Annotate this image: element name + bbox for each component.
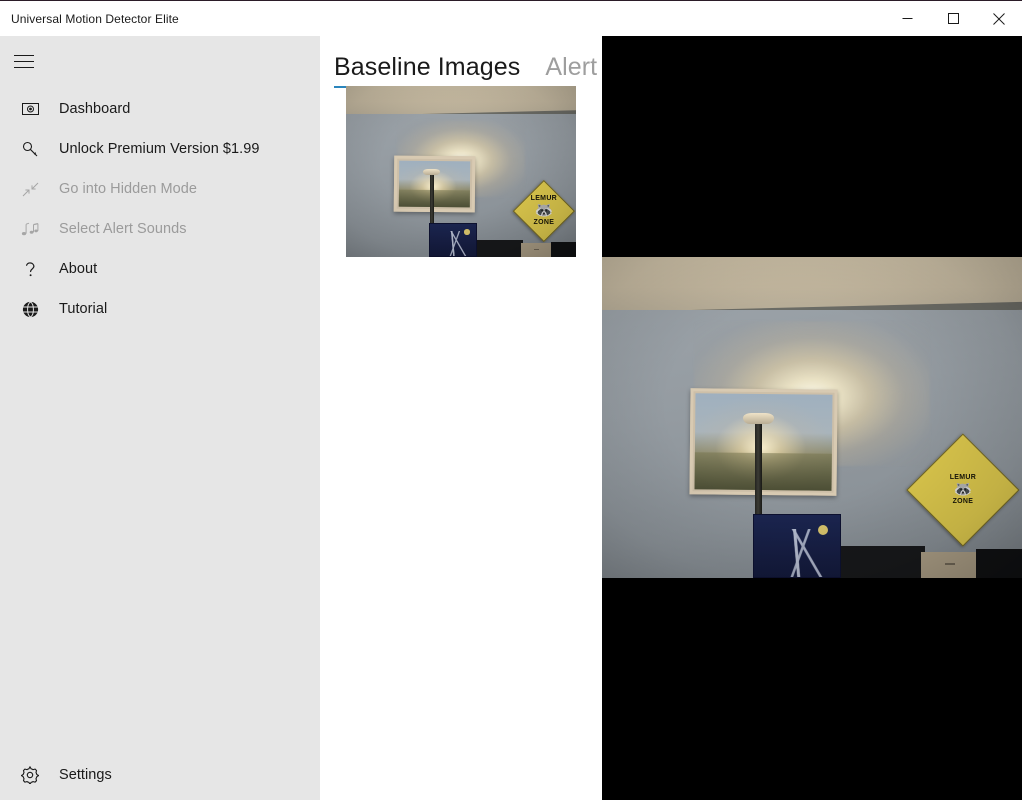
window-title: Universal Motion Detector Elite: [11, 11, 179, 26]
expanded-room-photo[interactable]: LEMUR 🦝 ZONE: [602, 257, 1022, 578]
sign-top-label: LEMUR: [950, 473, 977, 481]
close-icon: [993, 12, 1005, 25]
photo-framed-painting: [689, 387, 838, 496]
photo-framed-painting: [394, 155, 476, 213]
sidebar-item-label: About: [59, 261, 98, 277]
sidebar-item-dashboard[interactable]: Dashboard: [0, 89, 320, 129]
room-photo-scene: LEMUR 🦝 ZONE: [346, 86, 576, 257]
sidebar-item-label: Settings: [59, 767, 112, 783]
camera-icon: [12, 101, 48, 117]
photo-lamp-bowl: [423, 168, 441, 175]
sidebar-item-label: Go into Hidden Mode: [59, 181, 197, 197]
tab-label: Baseline Images: [334, 53, 521, 81]
room-photo-scene-large: LEMUR 🦝 ZONE: [602, 257, 1022, 578]
sidebar-item-unlock-premium[interactable]: Unlock Premium Version $1.99: [0, 129, 320, 169]
sign-bottom-label: ZONE: [952, 497, 974, 505]
app-window: Universal Motion Detector Elite Dashboar…: [0, 0, 1022, 800]
close-button[interactable]: [976, 1, 1022, 36]
maximize-icon: [947, 13, 959, 24]
maximize-button[interactable]: [930, 1, 976, 36]
sign-bottom-label: ZONE: [533, 218, 555, 226]
sidebar-menu-list: Dashboard Unlock Premium Version $1.99 G…: [0, 89, 320, 329]
photo-dark-box: [477, 239, 524, 257]
sidebar-item-tutorial[interactable]: Tutorial: [0, 289, 320, 329]
photo-right-box: [550, 241, 576, 257]
sidebar-item-settings[interactable]: Settings: [0, 755, 320, 795]
lemur-glyph-icon: 🦝: [953, 480, 973, 498]
photo-painting-canvas: [399, 160, 471, 208]
sidebar-item-label: Select Alert Sounds: [59, 221, 187, 237]
collapse-arrows-icon: [12, 181, 48, 198]
sidebar-filler: [0, 329, 320, 755]
photo-right-box: [975, 549, 1022, 578]
title-bar: Universal Motion Detector Elite: [0, 0, 1022, 36]
photo-tan-box: [520, 243, 553, 257]
sidebar-item-label: Dashboard: [59, 101, 131, 117]
globe-icon: [12, 300, 48, 318]
sidebar-item-alert-sounds[interactable]: Select Alert Sounds: [0, 209, 320, 249]
baseline-image-thumbnail[interactable]: LEMUR 🦝 ZONE: [346, 86, 576, 257]
sidebar-navigation: Dashboard Unlock Premium Version $1.99 G…: [0, 36, 320, 800]
gear-icon: [12, 766, 48, 784]
photo-canvas-branches: [761, 528, 834, 577]
minimize-icon: [902, 13, 913, 24]
photo-painting-canvas: [694, 392, 833, 491]
sidebar-item-hidden-mode[interactable]: Go into Hidden Mode: [0, 169, 320, 209]
sidebar-item-label: Unlock Premium Version $1.99: [59, 141, 260, 157]
sign-top-label: LEMUR: [530, 194, 557, 202]
photo-dark-box: [841, 545, 926, 578]
question-mark-icon: [12, 260, 48, 278]
key-icon: [12, 141, 48, 158]
lemur-glyph-icon: 🦝: [534, 201, 554, 219]
sidebar-item-label: Tutorial: [59, 301, 108, 317]
tab-baseline-images[interactable]: Baseline Images: [334, 53, 521, 88]
expanded-image-viewer[interactable]: LEMUR 🦝 ZONE: [602, 30, 1022, 800]
hamburger-menu-button[interactable]: [0, 41, 48, 81]
baseline-image-grid: LEMUR 🦝 ZONE: [346, 86, 576, 257]
photo-tan-box: [921, 552, 980, 578]
photo-blue-canvas-art: [753, 513, 842, 578]
photo-canvas-branches: [433, 230, 473, 256]
hamburger-icon: [14, 54, 34, 68]
sidebar-item-about[interactable]: About: [0, 249, 320, 289]
minimize-button[interactable]: [884, 1, 930, 36]
music-notes-icon: [12, 221, 48, 238]
photo-lamp-bowl: [742, 412, 775, 424]
photo-blue-canvas-art: [428, 222, 478, 257]
